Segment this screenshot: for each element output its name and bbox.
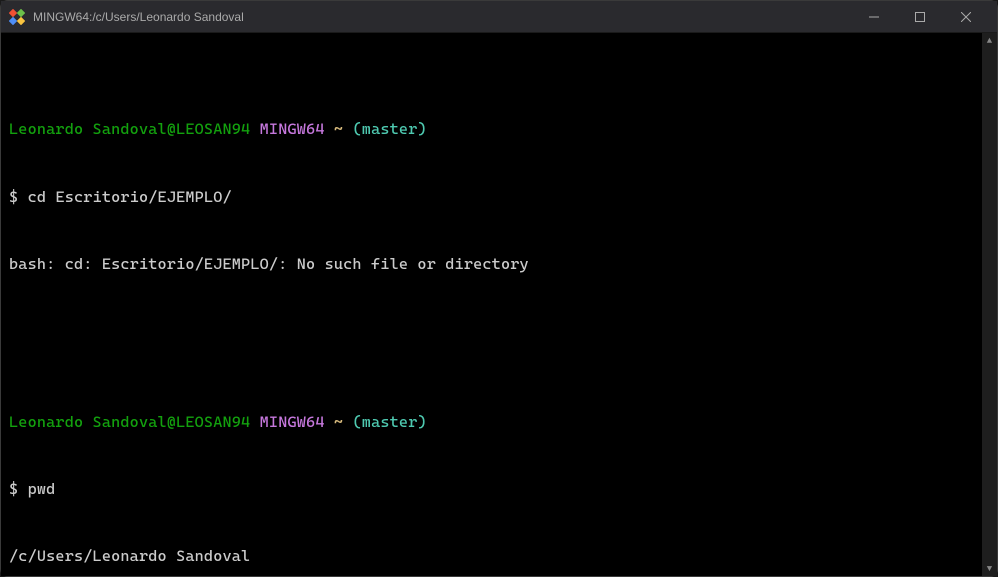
prompt-dollar: $ — [9, 480, 18, 498]
scroll-up-icon[interactable]: ▲ — [982, 33, 997, 48]
output-line: /c/Users/Leonardo Sandoval — [9, 545, 974, 567]
terminal-area[interactable]: Leonardo Sandoval@LEOSAN94 MINGW64 ~ (ma… — [1, 33, 982, 576]
prompt-line: Leonardo Sandoval@LEOSAN94 MINGW64 ~ (ma… — [9, 118, 974, 140]
command-line: $ cd Escritorio/EJEMPLO/ — [9, 186, 974, 208]
window-controls — [851, 1, 989, 33]
output-line: bash: cd: Escritorio/EJEMPLO/: No such f… — [9, 253, 974, 275]
command-line: $ pwd — [9, 478, 974, 500]
prompt-user-host: Leonardo Sandoval@LEOSAN94 — [9, 413, 250, 431]
maximize-button[interactable] — [897, 1, 943, 33]
prompt-line: Leonardo Sandoval@LEOSAN94 MINGW64 ~ (ma… — [9, 411, 974, 433]
command-text: pwd — [28, 480, 56, 498]
prompt-branch: (master) — [353, 413, 427, 431]
prompt-shell: MINGW64 — [260, 413, 325, 431]
minimize-button[interactable] — [851, 1, 897, 33]
scroll-down-icon[interactable]: ▼ — [982, 561, 997, 576]
close-button[interactable] — [943, 1, 989, 33]
prompt-user-host: Leonardo Sandoval@LEOSAN94 — [9, 120, 250, 138]
blank-line — [9, 321, 974, 343]
window-titlebar: MINGW64:/c/Users/Leonardo Sandoval — [1, 1, 997, 33]
prompt-shell: MINGW64 — [260, 120, 325, 138]
prompt-branch: (master) — [353, 120, 427, 138]
prompt-tilde: ~ — [334, 413, 343, 431]
prompt-dollar: $ — [9, 188, 18, 206]
git-bash-icon — [9, 9, 25, 25]
command-text: cd Escritorio/EJEMPLO/ — [28, 188, 232, 206]
prompt-tilde: ~ — [334, 120, 343, 138]
window-title: MINGW64:/c/Users/Leonardo Sandoval — [33, 10, 851, 24]
terminal-wrapper: Leonardo Sandoval@LEOSAN94 MINGW64 ~ (ma… — [1, 33, 997, 576]
vertical-scrollbar[interactable]: ▲ ▼ — [982, 33, 997, 576]
